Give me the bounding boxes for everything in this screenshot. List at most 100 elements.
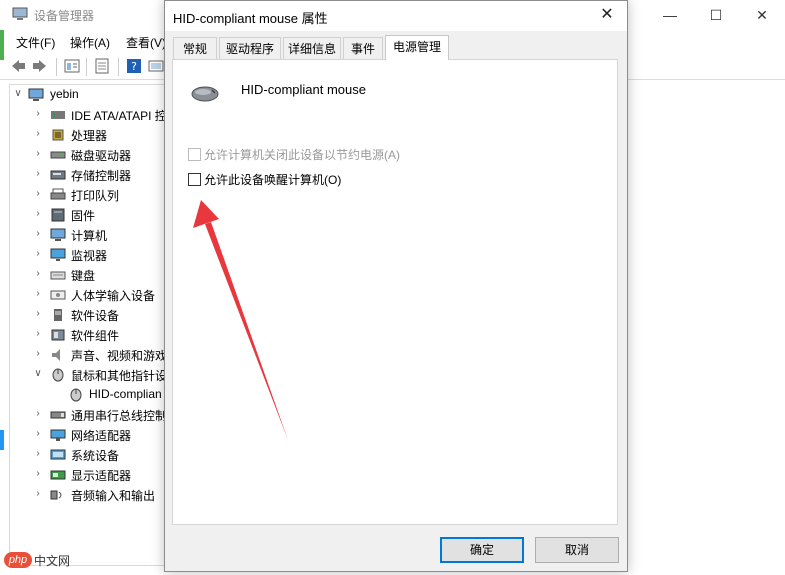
document-icon[interactable]	[94, 58, 110, 74]
expand-chevron-icon[interactable]: ›	[32, 168, 44, 179]
tree-category-row[interactable]: › 网络适配器	[10, 425, 170, 445]
tree-category-row[interactable]: › 系统设备	[10, 445, 170, 465]
hid-icon	[50, 290, 66, 300]
tree-category-row[interactable]: › IDE ATA/ATAPI 控	[10, 105, 170, 125]
tree-item-label: 系统设备	[71, 449, 120, 463]
collapse-chevron-icon[interactable]: ∨	[12, 88, 24, 99]
tab-general[interactable]: 常规	[173, 37, 217, 59]
network-adapter-icon	[50, 429, 66, 441]
scan-hardware-icon[interactable]	[148, 58, 164, 74]
expand-chevron-icon[interactable]: ›	[32, 108, 44, 119]
tree-item-label: 鼠标和其他指针设	[71, 369, 168, 383]
toolbar-separator	[86, 58, 87, 76]
tab-driver[interactable]: 驱动程序	[219, 37, 281, 59]
menu-view[interactable]: 查看(V)	[126, 34, 166, 51]
disk-drive-icon	[50, 151, 66, 159]
allow-power-off-label: 允许计算机关闭此设备以节约电源(A)	[204, 148, 400, 162]
tree-category-row[interactable]: › 打印队列	[10, 185, 170, 205]
tree-category-row[interactable]: › 磁盘驱动器	[10, 145, 170, 165]
expand-chevron-icon[interactable]: ›	[32, 228, 44, 239]
ide-controller-icon	[51, 111, 65, 119]
tree-category-row[interactable]: › 键盘	[10, 265, 170, 285]
expand-chevron-icon[interactable]: ›	[32, 408, 44, 419]
device-manager-icon	[12, 7, 28, 20]
computer-icon	[50, 228, 66, 241]
expand-chevron-icon[interactable]: ›	[32, 348, 44, 359]
tree-item-label: 声音、视频和游戏	[71, 349, 168, 363]
device-name: HID-compliant mouse	[241, 82, 366, 97]
tree-category-row[interactable]: › 固件	[10, 205, 170, 225]
tree-root[interactable]: ∨ yebin	[10, 85, 170, 105]
keyboard-icon	[50, 271, 66, 280]
allow-power-off-checkbox[interactable]	[188, 148, 201, 161]
expand-chevron-icon[interactable]: ›	[32, 268, 44, 279]
watermark-text: 中文网	[34, 554, 71, 568]
cancel-button[interactable]: 取消	[535, 537, 619, 563]
ok-button[interactable]: 确定	[440, 537, 524, 563]
device-manager-title: 设备管理器	[34, 9, 95, 23]
dialog-title: HID-compliant mouse 属性	[173, 11, 328, 26]
display-adapter-icon	[50, 470, 66, 480]
allow-wake-label: 允许此设备唤醒计算机(O)	[204, 173, 342, 187]
tab-events[interactable]: 事件	[343, 37, 383, 59]
expand-chevron-icon[interactable]: ›	[32, 428, 44, 439]
collapse-chevron-icon[interactable]: ∨	[32, 368, 44, 379]
tree-item-label: HID-complian	[89, 387, 162, 401]
expand-chevron-icon[interactable]: ›	[32, 328, 44, 339]
tree-category-row[interactable]: › 计算机	[10, 225, 170, 245]
mouse-device-icon	[70, 388, 82, 402]
menu-action[interactable]: 操作(A)	[70, 34, 110, 51]
tree-item-label: 人体学输入设备	[71, 289, 156, 303]
tree-category-row[interactable]: › 处理器	[10, 125, 170, 145]
tree-item-label: 通用串行总线控制	[71, 409, 168, 423]
svg-text:?: ?	[131, 60, 137, 73]
expand-chevron-icon[interactable]: ›	[32, 128, 44, 139]
expand-chevron-icon[interactable]: ›	[32, 448, 44, 459]
expand-chevron-icon[interactable]: ›	[32, 308, 44, 319]
help-icon[interactable]: ?	[126, 58, 142, 74]
expand-chevron-icon[interactable]: ›	[32, 488, 44, 499]
tree-category-row[interactable]: › 软件组件	[10, 325, 170, 345]
tree-item-label: 监视器	[71, 249, 108, 263]
tree-category-row[interactable]: › 音频输入和输出	[10, 485, 170, 505]
audio-io-icon	[50, 490, 62, 500]
minimize-button[interactable]: —	[647, 0, 693, 30]
tree-category-row[interactable]: ∨ 鼠标和其他指针设	[10, 365, 170, 385]
toolbar-separator	[56, 58, 57, 76]
back-icon[interactable]	[10, 58, 26, 74]
close-button[interactable]: ✕	[739, 0, 785, 30]
tree-root-label: yebin	[50, 87, 79, 101]
expand-chevron-icon[interactable]: ›	[32, 288, 44, 299]
tree-item-label: 显示适配器	[71, 469, 132, 483]
tree-category-row[interactable]: › 显示适配器	[10, 465, 170, 485]
tree-item-label: 软件设备	[71, 309, 120, 323]
allow-wake-checkbox[interactable]	[188, 173, 201, 186]
processor-icon	[52, 129, 64, 141]
software-device-icon	[54, 309, 62, 321]
tab-details[interactable]: 详细信息	[283, 37, 341, 59]
storage-controller-icon	[50, 170, 66, 180]
sound-icon	[52, 349, 60, 361]
tab-power-management[interactable]: 电源管理	[385, 35, 449, 60]
menu-file[interactable]: 文件(F)	[16, 34, 55, 51]
tree-category-row[interactable]: › 声音、视频和游戏	[10, 345, 170, 365]
tree-category-row[interactable]: › 人体学输入设备	[10, 285, 170, 305]
tree-item-label: 计算机	[71, 229, 108, 243]
tree-category-row[interactable]: › 存储控制器	[10, 165, 170, 185]
maximize-button[interactable]: ☐	[693, 0, 739, 30]
properties-view-icon[interactable]	[64, 58, 80, 74]
tree-category-row[interactable]: › 监视器	[10, 245, 170, 265]
expand-chevron-icon[interactable]: ›	[32, 188, 44, 199]
expand-chevron-icon[interactable]: ›	[32, 208, 44, 219]
mouse-icon	[52, 368, 64, 382]
forward-icon[interactable]	[32, 58, 48, 74]
dialog-close-button[interactable]: ✕	[593, 3, 621, 27]
tree-category-row[interactable]: › 通用串行总线控制	[10, 405, 170, 425]
expand-chevron-icon[interactable]: ›	[32, 148, 44, 159]
tree-category-row[interactable]: › 软件设备	[10, 305, 170, 325]
tree-device-row[interactable]: HID-complian	[10, 385, 170, 405]
firmware-icon	[51, 208, 65, 222]
expand-chevron-icon[interactable]: ›	[32, 248, 44, 259]
expand-chevron-icon[interactable]: ›	[32, 468, 44, 479]
monitor-icon	[50, 248, 66, 261]
